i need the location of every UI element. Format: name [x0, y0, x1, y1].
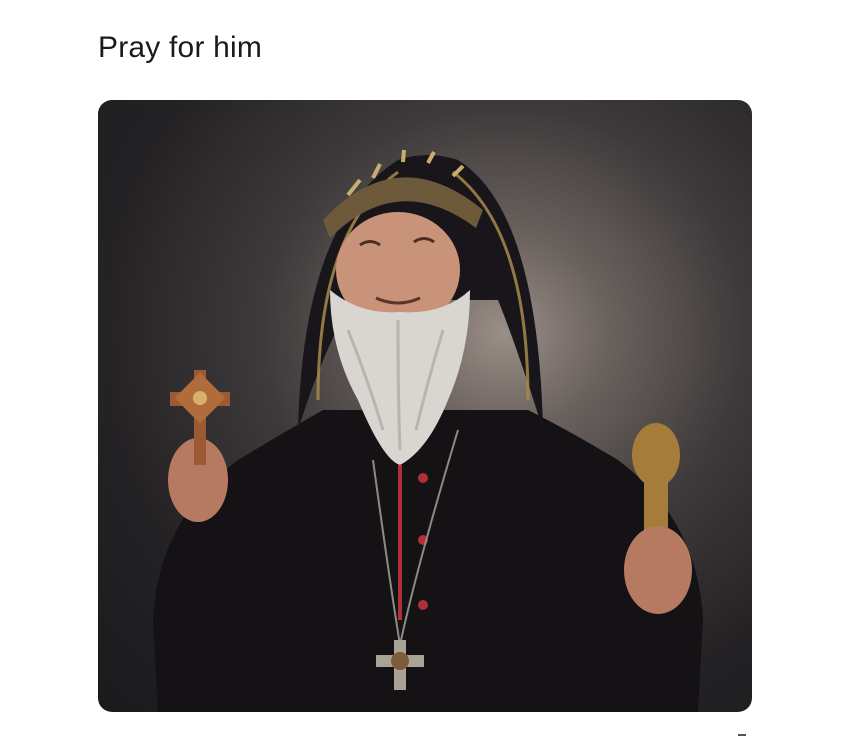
- post-photo[interactable]: [98, 100, 752, 712]
- post-text: Pray for him: [98, 31, 263, 64]
- right-hand: [624, 526, 692, 614]
- corner-mark: [738, 734, 746, 736]
- cleric-portrait-illustration: [153, 149, 703, 712]
- robe: [153, 410, 703, 712]
